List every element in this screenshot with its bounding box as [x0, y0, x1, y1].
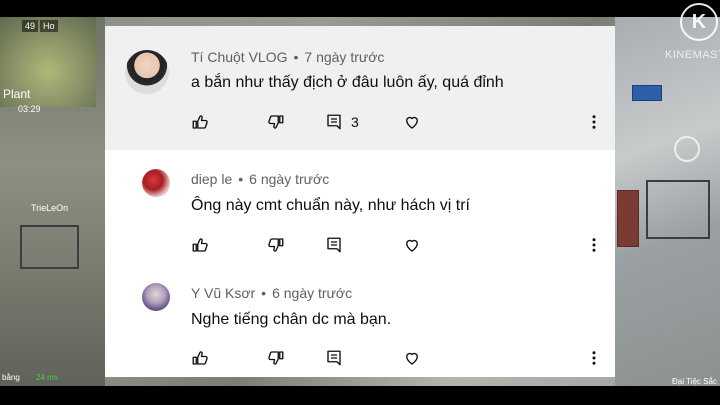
comment-author[interactable]: Y Vũ Ksơr — [191, 285, 255, 301]
blue-container — [632, 85, 662, 101]
player-tag: TrieLeOn — [31, 203, 69, 213]
reply-button[interactable] — [323, 347, 345, 369]
heart-icon — [406, 352, 418, 365]
dislike-button[interactable] — [265, 347, 287, 369]
thumbs-down-icon — [268, 115, 284, 129]
more-options-button[interactable] — [583, 234, 605, 256]
like-button[interactable] — [189, 347, 211, 369]
heart-icon — [406, 239, 418, 252]
comment-icon — [327, 350, 341, 366]
heart-icon — [406, 116, 418, 129]
reply-button[interactable] — [323, 234, 345, 256]
comment-meta: Tí Chuột VLOG • 7 ngày trước — [191, 49, 385, 65]
thumbs-up-icon — [192, 115, 208, 129]
comment-actions: 3 — [105, 111, 615, 135]
hud-number: 49 — [22, 20, 39, 32]
more-vert-icon — [592, 115, 596, 129]
comment-actions — [105, 234, 615, 258]
comment-text: a bắn như thấy địch ở đâu luôn ấy, quá đ… — [191, 74, 504, 91]
ping-label: 24 ms — [36, 373, 58, 382]
heart-button[interactable] — [401, 234, 423, 256]
bottom-left-tag: bằng — [2, 373, 20, 382]
dislike-button[interactable] — [265, 111, 287, 133]
letterbox-top — [0, 0, 720, 17]
comment-author[interactable]: diep le — [191, 171, 232, 187]
comment-time: 7 ngày trước — [304, 49, 385, 65]
bottom-hud: bằng 24 ms — [2, 373, 58, 382]
video-frame: 49 Ho Plant 03:29 TrieLeOn bằng 24 ms Đạ… — [0, 0, 720, 405]
thumbs-down-icon — [268, 238, 284, 252]
avatar[interactable] — [125, 50, 169, 94]
kinemaster-watermark: KINEMASTER — [665, 49, 720, 61]
thumbs-up-icon — [192, 238, 208, 252]
dislike-button[interactable] — [265, 234, 287, 256]
plant-label: Plant — [3, 87, 31, 101]
comment-text: Nghe tiếng chân dc mà bạn. — [191, 311, 392, 328]
avatar[interactable] — [142, 169, 170, 197]
kinemaster-logo: K — [680, 3, 718, 41]
comment-text: Ông này cmt chuẩn này, như hách vị trí — [191, 197, 470, 214]
hud-tag: Ho — [40, 20, 58, 32]
comment-time: 6 ngày trước — [249, 171, 330, 187]
fence-structure-left — [20, 225, 79, 269]
comment-author[interactable]: Tí Chuột VLOG — [191, 49, 287, 65]
cargo-container — [617, 190, 639, 247]
more-options-button[interactable] — [583, 111, 605, 133]
comment-item: diep le • 6 ngày trước Ông này cmt chuẩn n… — [105, 150, 615, 264]
reply-button[interactable] — [323, 111, 345, 133]
comments-panel: Tí Chuột VLOG • 7 ngày trước a bắn như thấ… — [105, 26, 615, 377]
comment-item: Y Vũ Ksơr • 6 ngày trước Nghe tiếng chân d… — [105, 264, 615, 377]
like-button[interactable] — [189, 111, 211, 133]
like-button[interactable] — [189, 234, 211, 256]
comment-time: 6 ngày trước — [272, 285, 353, 301]
more-options-button[interactable] — [583, 347, 605, 369]
heart-button[interactable] — [401, 111, 423, 133]
comment-icon — [327, 114, 341, 130]
reply-count[interactable]: 3 — [351, 114, 359, 130]
heart-button[interactable] — [401, 347, 423, 369]
comment-actions — [105, 347, 615, 371]
comment-item: Tí Chuột VLOG • 7 ngày trước a bắn như thấ… — [105, 26, 615, 150]
comment-meta: Y Vũ Ksơr • 6 ngày trước — [191, 285, 353, 301]
more-vert-icon — [592, 351, 596, 365]
comment-meta: diep le • 6 ngày trước — [191, 171, 330, 187]
location-pin-icon — [674, 136, 700, 162]
comment-icon — [327, 237, 341, 253]
plant-timer: 03:29 — [18, 104, 41, 114]
thumbs-down-icon — [268, 351, 284, 365]
fence-structure — [646, 180, 710, 239]
letterbox-bottom — [0, 386, 720, 405]
avatar[interactable] — [142, 283, 170, 311]
thumbs-up-icon — [192, 351, 208, 365]
more-vert-icon — [592, 238, 596, 252]
